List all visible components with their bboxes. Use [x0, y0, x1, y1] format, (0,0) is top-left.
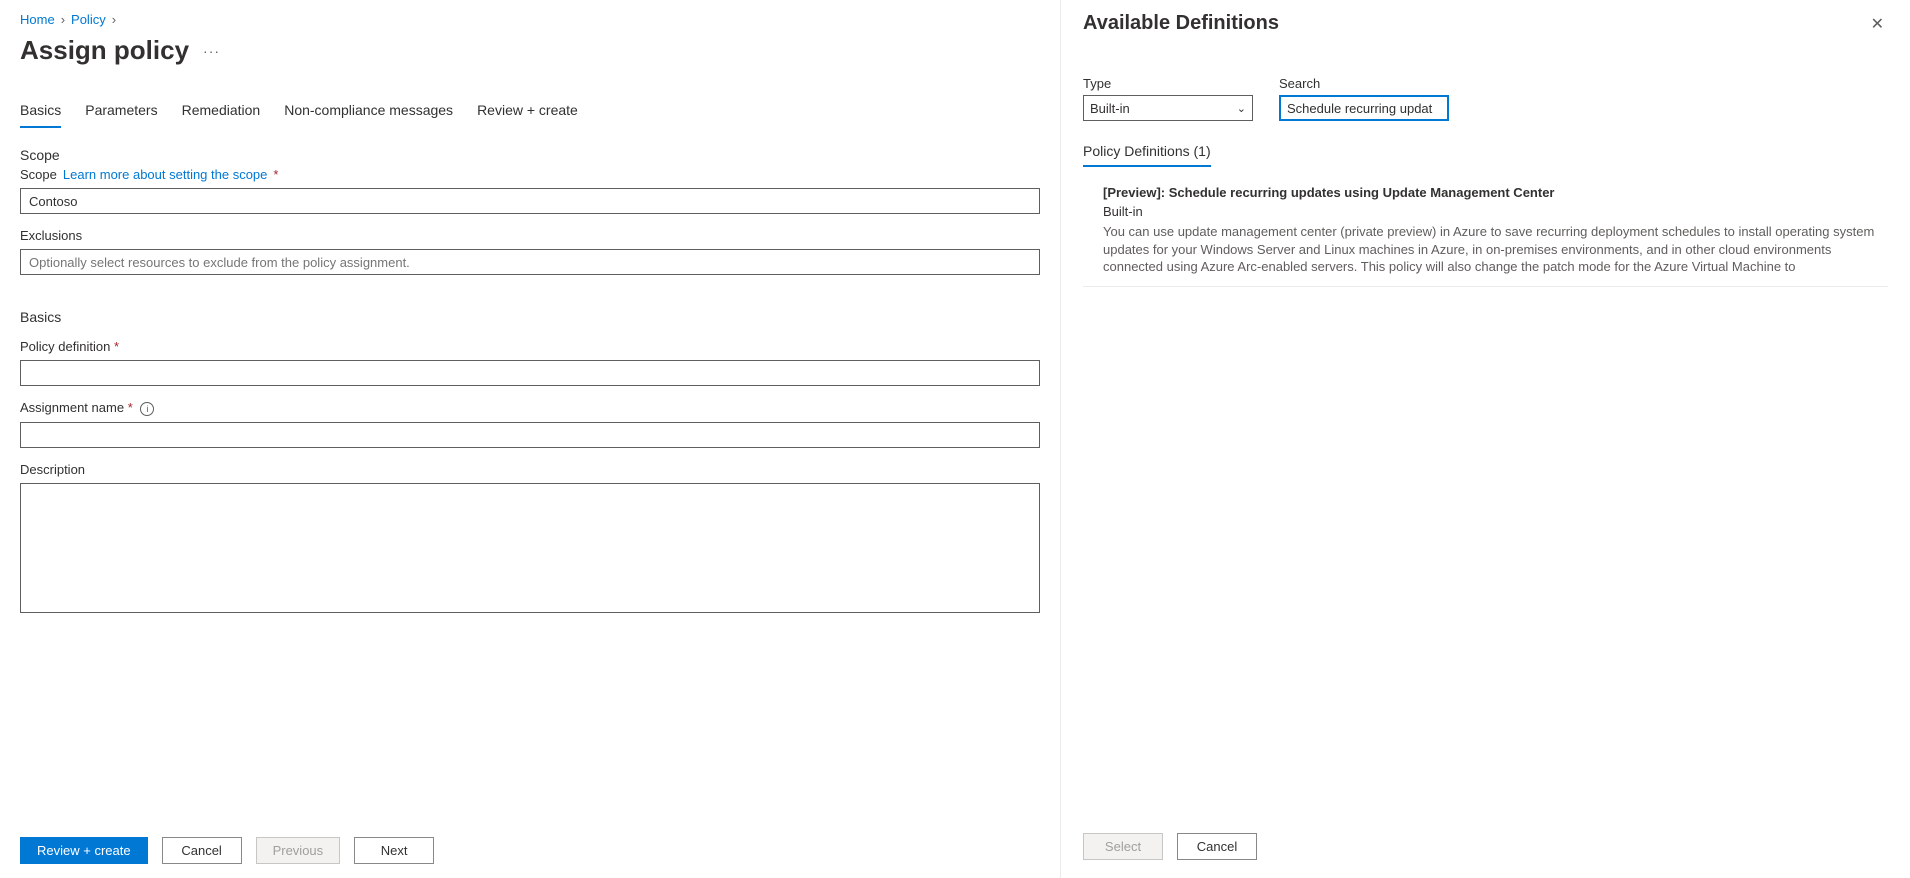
required-marker: * — [114, 339, 119, 354]
definition-result[interactable]: [Preview]: Schedule recurring updates us… — [1083, 185, 1888, 276]
type-filter-label: Type — [1083, 76, 1253, 91]
assignment-name-input[interactable] — [20, 422, 1040, 448]
definition-result-title: [Preview]: Schedule recurring updates us… — [1103, 185, 1888, 200]
more-icon[interactable]: ··· — [203, 43, 220, 59]
tab-noncompliance[interactable]: Non-compliance messages — [284, 102, 453, 128]
type-filter-select[interactable]: Built-in ⌄ — [1083, 95, 1253, 121]
breadcrumb: Home › Policy › — [20, 12, 1040, 27]
assignment-name-label: Assignment name — [20, 400, 124, 415]
basics-heading: Basics — [20, 309, 1040, 325]
required-marker: * — [273, 167, 278, 182]
chevron-right-icon: › — [112, 12, 116, 27]
tabs: Basics Parameters Remediation Non-compli… — [20, 102, 1040, 129]
main-panel: Home › Policy › Assign policy ··· Basics… — [0, 0, 1060, 878]
chevron-right-icon: › — [61, 12, 65, 27]
description-label: Description — [20, 462, 85, 477]
page-title: Assign policy — [20, 35, 189, 66]
panel-cancel-button[interactable]: Cancel — [1177, 833, 1257, 860]
description-textarea[interactable] — [20, 483, 1040, 613]
tab-review[interactable]: Review + create — [477, 102, 578, 128]
panel-footer: Select Cancel — [1083, 819, 1888, 878]
previous-button: Previous — [256, 837, 341, 864]
close-icon[interactable]: ✕ — [1867, 12, 1888, 36]
chevron-down-icon: ⌄ — [1237, 102, 1246, 115]
tab-remediation[interactable]: Remediation — [182, 102, 261, 128]
breadcrumb-policy[interactable]: Policy — [71, 12, 106, 27]
definition-result-type: Built-in — [1103, 204, 1888, 219]
learn-scope-link[interactable]: Learn more about setting the scope — [63, 167, 268, 182]
available-definitions-panel: Available Definitions ✕ Type Built-in ⌄ … — [1060, 0, 1910, 878]
policy-definition-label: Policy definition — [20, 339, 110, 354]
tab-basics[interactable]: Basics — [20, 102, 61, 128]
exclusions-input[interactable] — [20, 249, 1040, 275]
policy-definitions-tab[interactable]: Policy Definitions (1) — [1083, 143, 1211, 167]
select-button: Select — [1083, 833, 1163, 860]
breadcrumb-home[interactable]: Home — [20, 12, 55, 27]
required-marker: * — [128, 400, 133, 415]
policy-definition-input[interactable] — [20, 360, 1040, 386]
footer-bar: Review + create Cancel Previous Next — [20, 823, 1040, 878]
cancel-button[interactable]: Cancel — [162, 837, 242, 864]
scope-label: Scope — [20, 167, 57, 182]
type-filter-value: Built-in — [1090, 101, 1130, 116]
panel-title: Available Definitions — [1083, 12, 1279, 35]
review-create-button[interactable]: Review + create — [20, 837, 148, 864]
info-icon[interactable]: i — [140, 402, 154, 416]
scope-heading: Scope — [20, 147, 1040, 163]
exclusions-label: Exclusions — [20, 228, 1040, 243]
scope-input[interactable] — [20, 188, 1040, 214]
tab-parameters[interactable]: Parameters — [85, 102, 157, 128]
next-button[interactable]: Next — [354, 837, 434, 864]
search-input[interactable] — [1279, 95, 1449, 121]
search-filter-label: Search — [1279, 76, 1449, 91]
definition-result-description: You can use update management center (pr… — [1103, 223, 1888, 276]
